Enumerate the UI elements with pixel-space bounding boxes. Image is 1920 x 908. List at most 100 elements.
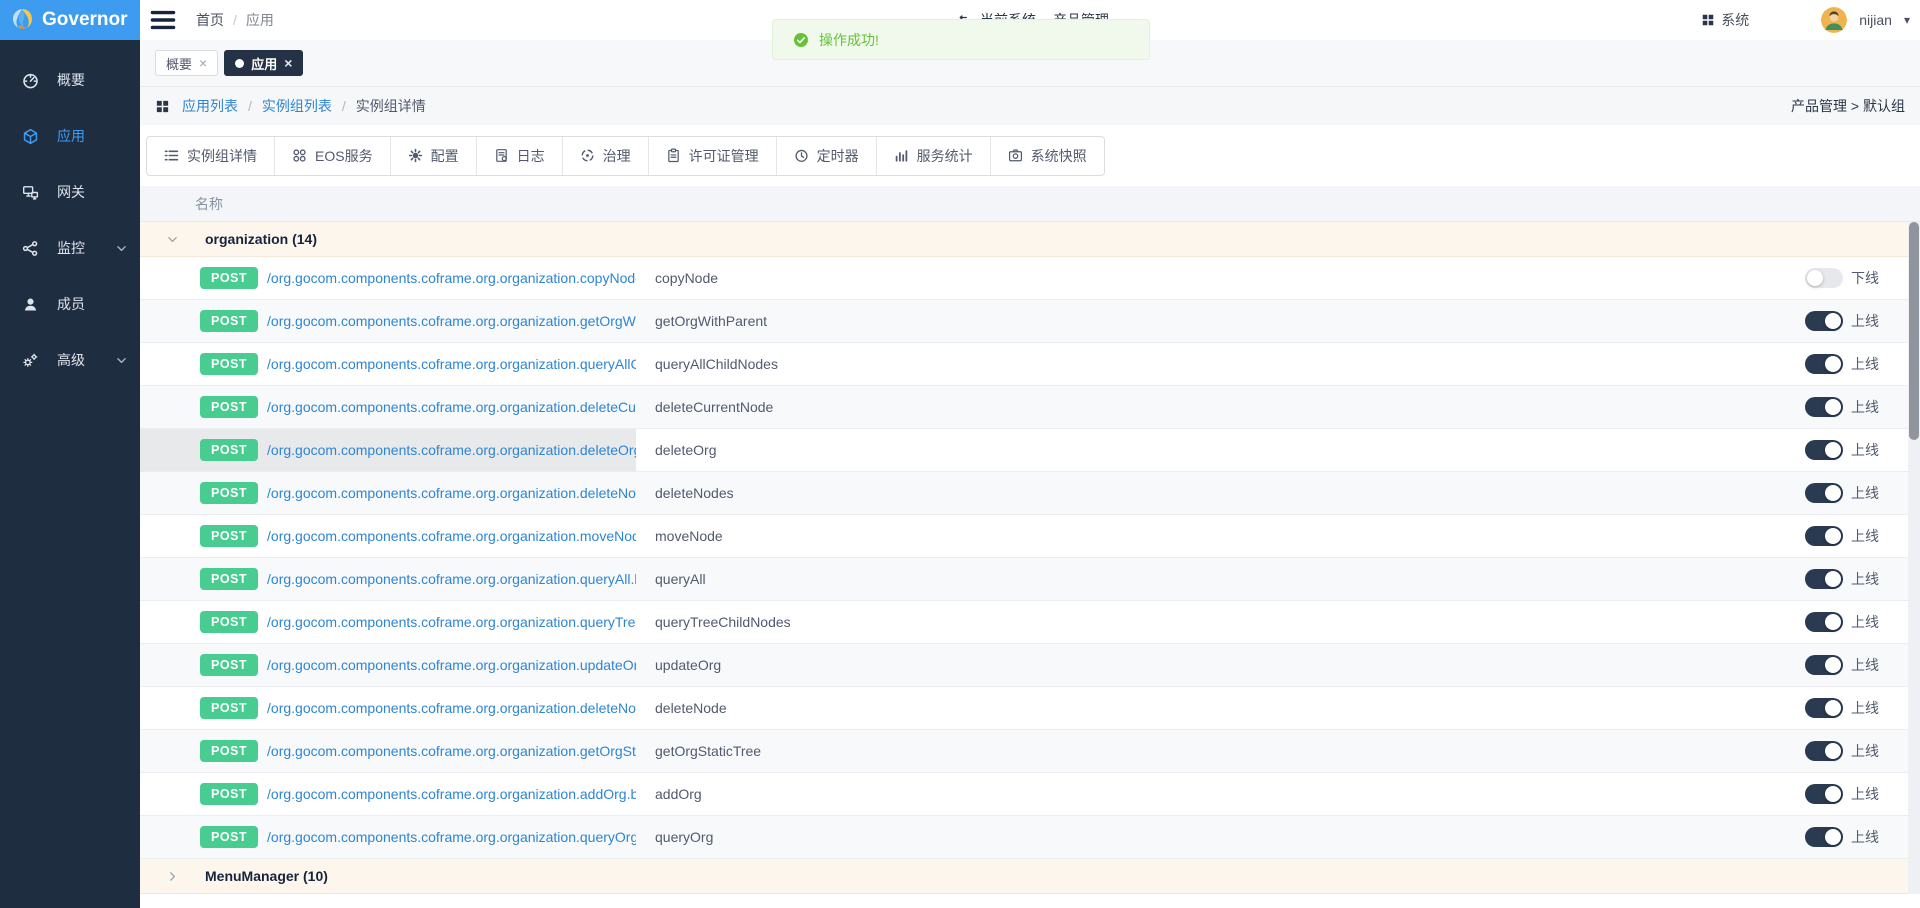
status-label: 上线 bbox=[1851, 397, 1879, 417]
toolbar-tab[interactable]: 配置 bbox=[390, 137, 476, 175]
service-cell-name: queryAllChildNodes bbox=[636, 343, 1795, 385]
chevron-down-icon bbox=[115, 242, 128, 255]
online-toggle[interactable] bbox=[1805, 440, 1843, 460]
service-path-link[interactable]: /org.gocom.components.coframe.org.organi… bbox=[267, 313, 636, 329]
service-path-link[interactable]: /org.gocom.components.coframe.org.organi… bbox=[267, 614, 636, 630]
scrollbar-thumb[interactable] bbox=[1909, 222, 1919, 440]
online-toggle[interactable] bbox=[1805, 569, 1843, 589]
service-path-link[interactable]: /org.gocom.components.coframe.org.organi… bbox=[267, 700, 636, 716]
caret-down-icon[interactable]: ▾ bbox=[1904, 13, 1910, 27]
service-name: queryOrg bbox=[655, 829, 713, 845]
service-cell-status: 上线 bbox=[1795, 730, 1920, 772]
sidebar-item-monitor[interactable]: 监控 bbox=[0, 220, 140, 276]
service-group-row[interactable]: organization (14) bbox=[140, 222, 1920, 257]
workspace-tab[interactable]: 应用 × bbox=[224, 50, 303, 76]
online-toggle[interactable] bbox=[1805, 655, 1843, 675]
breadcrumb-item[interactable]: 实例组列表 bbox=[262, 96, 332, 116]
method-badge: POST bbox=[200, 740, 258, 763]
username[interactable]: nijian bbox=[1859, 12, 1892, 28]
method-badge: POST bbox=[200, 525, 258, 548]
online-toggle[interactable] bbox=[1805, 354, 1843, 374]
service-cell-name: getOrgStaticTree bbox=[636, 730, 1795, 772]
online-toggle[interactable] bbox=[1805, 311, 1843, 331]
service-cell-endpoint: POST/org.gocom.components.coframe.org.or… bbox=[140, 773, 636, 815]
hamburger-icon[interactable] bbox=[150, 7, 176, 33]
toolbar-tab-label: 定时器 bbox=[817, 146, 859, 166]
toolbar-tab[interactable]: 许可证管理 bbox=[648, 137, 776, 175]
status-label: 下线 bbox=[1851, 268, 1879, 288]
service-cell-endpoint: POST/org.gocom.components.coframe.org.or… bbox=[140, 515, 636, 557]
online-toggle[interactable] bbox=[1805, 698, 1843, 718]
method-badge: POST bbox=[200, 826, 258, 849]
service-name: queryAll bbox=[655, 571, 706, 587]
toolbar-tab[interactable]: 实例组详情 bbox=[147, 137, 274, 175]
app-cube-icon bbox=[22, 128, 39, 145]
brand-logo[interactable]: Governor bbox=[0, 0, 140, 40]
online-toggle[interactable] bbox=[1805, 612, 1843, 632]
sidebar-nav: 概要应用网关监控成员高级 bbox=[0, 40, 140, 908]
toolbar-tab[interactable]: 日志 bbox=[476, 137, 562, 175]
service-cell-status: 上线 bbox=[1795, 816, 1920, 858]
service-path-link[interactable]: /org.gocom.components.coframe.org.organi… bbox=[267, 657, 636, 673]
service-cell-endpoint: POST/org.gocom.components.coframe.org.or… bbox=[140, 300, 636, 342]
online-toggle[interactable] bbox=[1805, 268, 1843, 288]
toggle-knob bbox=[1825, 829, 1841, 845]
service-path-link[interactable]: /org.gocom.components.coframe.org.organi… bbox=[267, 442, 636, 458]
sidebar-item-label: 成员 bbox=[57, 294, 85, 314]
service-path-link[interactable]: /org.gocom.components.coframe.org.organi… bbox=[267, 399, 636, 415]
timer-icon bbox=[794, 148, 809, 163]
service-path-link[interactable]: /org.gocom.components.coframe.org.organi… bbox=[267, 571, 636, 587]
service-path-link[interactable]: /org.gocom.components.coframe.org.organi… bbox=[267, 485, 636, 501]
service-cell-name: deleteOrg bbox=[636, 429, 1795, 471]
apps-icon bbox=[292, 148, 307, 163]
service-path-link[interactable]: /org.gocom.components.coframe.org.organi… bbox=[267, 829, 636, 845]
toggle-knob bbox=[1825, 399, 1841, 415]
service-cell-status: 上线 bbox=[1795, 558, 1920, 600]
service-path-link[interactable]: /org.gocom.components.coframe.org.organi… bbox=[267, 356, 636, 372]
service-path-link[interactable]: /org.gocom.components.coframe.org.organi… bbox=[267, 743, 636, 759]
online-toggle[interactable] bbox=[1805, 784, 1843, 804]
online-toggle[interactable] bbox=[1805, 397, 1843, 417]
online-toggle[interactable] bbox=[1805, 483, 1843, 503]
workspace-tab-label: 概要 bbox=[166, 54, 192, 73]
toolbar-tab[interactable]: 服务统计 bbox=[876, 137, 990, 175]
breadcrumb-home-link[interactable]: 首页 bbox=[196, 10, 224, 30]
avatar[interactable] bbox=[1821, 7, 1847, 33]
toolbar-tab[interactable]: 定时器 bbox=[776, 137, 876, 175]
service-cell-endpoint: POST/org.gocom.components.coframe.org.or… bbox=[140, 644, 636, 686]
close-icon[interactable]: × bbox=[284, 56, 292, 70]
sidebar-item-apps[interactable]: 应用 bbox=[0, 108, 140, 164]
list-icon bbox=[164, 148, 179, 163]
toolbar-tab[interactable]: 治理 bbox=[562, 137, 648, 175]
breadcrumb-item[interactable]: 应用列表 bbox=[182, 96, 238, 116]
online-toggle[interactable] bbox=[1805, 741, 1843, 761]
breadcrumb-item: 实例组详情 bbox=[356, 96, 426, 116]
app-root: Governor 首页 / 应用 当前系统 产品管理 系统 bbox=[0, 0, 1920, 908]
service-path-link[interactable]: /org.gocom.components.coframe.org.organi… bbox=[267, 528, 636, 544]
toggle-knob bbox=[1825, 356, 1841, 372]
workspace-tab-label: 应用 bbox=[251, 54, 277, 73]
nav-system-button[interactable]: 系统 bbox=[1701, 10, 1749, 30]
workspace-tab[interactable]: 概要 × bbox=[155, 50, 218, 76]
service-name: deleteOrg bbox=[655, 442, 716, 458]
nav-system-label: 系统 bbox=[1721, 10, 1749, 30]
toolbar-tab[interactable]: EOS服务 bbox=[274, 137, 390, 175]
service-group-row[interactable]: MenuManager (10) bbox=[140, 859, 1920, 894]
breadcrumb-grid-icon bbox=[155, 99, 170, 114]
service-path-link[interactable]: /org.gocom.components.coframe.org.organi… bbox=[267, 786, 636, 802]
sidebar-item-gateway[interactable]: 网关 bbox=[0, 164, 140, 220]
toolbar-tab-label: 实例组详情 bbox=[187, 146, 257, 166]
sidebar-item-overview[interactable]: 概要 bbox=[0, 52, 140, 108]
header-right-cluster: 系统 nijian ▾ bbox=[1701, 7, 1920, 33]
service-cell-endpoint: POST/org.gocom.components.coframe.org.or… bbox=[140, 429, 636, 471]
close-icon[interactable]: × bbox=[199, 56, 207, 70]
online-toggle[interactable] bbox=[1805, 526, 1843, 546]
sidebar-item-advanced[interactable]: 高级 bbox=[0, 332, 140, 388]
sidebar-item-members[interactable]: 成员 bbox=[0, 276, 140, 332]
online-toggle[interactable] bbox=[1805, 827, 1843, 847]
service-cell-endpoint: POST/org.gocom.components.coframe.org.or… bbox=[140, 257, 636, 299]
service-path-link[interactable]: /org.gocom.components.coframe.org.organi… bbox=[267, 270, 636, 286]
service-cell-status: 上线 bbox=[1795, 343, 1920, 385]
method-badge: POST bbox=[200, 267, 258, 290]
toolbar-tab[interactable]: 系统快照 bbox=[990, 137, 1104, 175]
